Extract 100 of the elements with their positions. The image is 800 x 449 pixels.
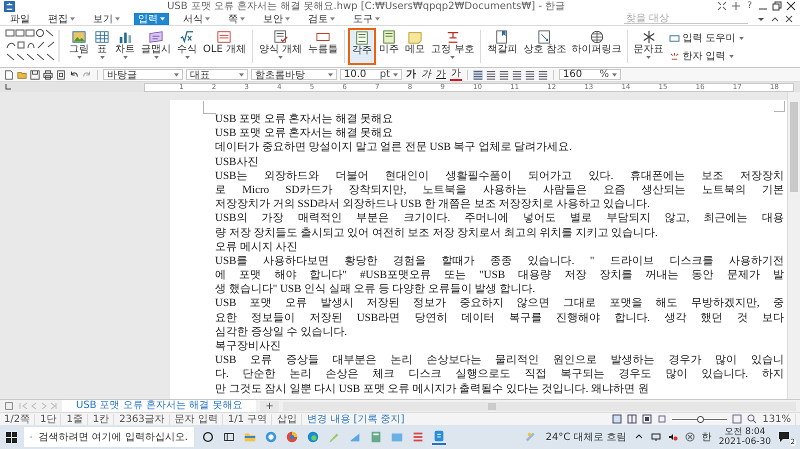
ribbon-button[interactable]: 차트 bbox=[112, 28, 138, 65]
menu-item[interactable]: 쪽 bbox=[224, 12, 249, 24]
ribbon-button[interactable]: 미주 bbox=[376, 28, 402, 65]
ribbon-button[interactable]: 문자표 bbox=[630, 28, 667, 65]
document-text-line: USB 포맷 오류 혼자서는 해결 못해요 bbox=[215, 112, 394, 126]
align-right-icon[interactable] bbox=[512, 70, 522, 80]
menu-item[interactable]: 파일 bbox=[6, 12, 34, 24]
ribbon-button[interactable]: 메모 bbox=[402, 28, 428, 65]
preview-icon[interactable] bbox=[56, 70, 66, 80]
save-icon[interactable] bbox=[30, 70, 40, 80]
new-tab-button[interactable]: + bbox=[260, 400, 279, 412]
input-method-indicator[interactable]: 한 bbox=[702, 430, 712, 444]
page-icon[interactable] bbox=[4, 401, 14, 411]
weather-text[interactable]: 24°C 대체로 흐림 bbox=[546, 430, 627, 444]
ribbon-button[interactable]: 한자 입력 bbox=[668, 49, 744, 63]
ribbon-button[interactable]: 양식 개체 bbox=[256, 28, 306, 65]
menu-item[interactable]: 편집 bbox=[44, 12, 79, 24]
browser-icon[interactable] bbox=[306, 430, 320, 444]
calculator-icon[interactable] bbox=[369, 430, 383, 444]
search-field[interactable]: 찾을 대상 bbox=[624, 13, 748, 24]
document-text-line: USB를 사용하다보면 황당한 경험을 할때가 종종 있습니다. " 드라이브 디스크를 사용하기전 bbox=[215, 254, 784, 268]
tab-stop-icon[interactable] bbox=[4, 83, 12, 91]
divide-icon[interactable] bbox=[538, 70, 548, 80]
page-view-icon[interactable] bbox=[612, 414, 622, 424]
pin-icon[interactable] bbox=[731, 1, 742, 11]
picture-icon bbox=[72, 30, 86, 44]
document-app-icon[interactable] bbox=[432, 429, 446, 445]
new-document-icon[interactable] bbox=[4, 70, 14, 80]
font-size-field[interactable]: 10.0 pt bbox=[340, 69, 402, 80]
stacked-stripes-icon[interactable] bbox=[411, 430, 425, 444]
menu-item[interactable]: 보안 bbox=[259, 12, 294, 24]
speech-bubble-icon bbox=[778, 431, 790, 443]
close-icon[interactable] bbox=[784, 14, 794, 24]
underline-button[interactable]: 가 bbox=[435, 69, 447, 80]
distribute-icon[interactable] bbox=[525, 70, 535, 80]
ribbon-button[interactable]: 표 bbox=[92, 28, 112, 65]
justify-icon[interactable] bbox=[473, 70, 483, 80]
field-icon bbox=[316, 30, 330, 44]
close-icon[interactable] bbox=[786, 1, 796, 11]
menu-item[interactable]: 검토 bbox=[304, 12, 339, 24]
folder-icon[interactable] bbox=[17, 70, 27, 80]
italic-button[interactable]: 가 bbox=[420, 69, 432, 80]
ribbon-button[interactable]: 상호 참조 bbox=[520, 28, 570, 65]
ribbon-button[interactable]: 각주 bbox=[348, 28, 376, 65]
document-text-line: 심각한 증상일 수 있습니다. bbox=[215, 324, 348, 339]
undo-icon[interactable] bbox=[69, 70, 79, 80]
restore-icon[interactable] bbox=[772, 1, 782, 11]
language-dropdown[interactable]: 대표 bbox=[186, 69, 248, 80]
browser-icon[interactable] bbox=[264, 430, 278, 444]
ribbon-button[interactable]: OLE 개체 bbox=[200, 28, 249, 65]
formula-icon bbox=[180, 30, 194, 44]
ribbon-button[interactable]: 입력 도우미 bbox=[668, 31, 744, 45]
ribbon-button[interactable]: 책갈피 bbox=[484, 28, 520, 65]
browser-icon[interactable] bbox=[285, 430, 299, 444]
menu-item[interactable]: 입력 bbox=[134, 12, 169, 24]
ribbon-button[interactable]: 그림 bbox=[66, 28, 92, 65]
form-icon bbox=[274, 30, 288, 44]
full-page-view-icon[interactable] bbox=[642, 414, 652, 424]
menu-item[interactable]: 도구 bbox=[349, 12, 384, 24]
ribbon-button[interactable]: 수식 bbox=[174, 28, 200, 65]
vertical-scrollbar[interactable] bbox=[787, 92, 800, 399]
zoom-slider-thumb[interactable] bbox=[696, 416, 704, 422]
align-left-icon[interactable] bbox=[486, 70, 496, 80]
horizontal-scrollbar[interactable] bbox=[282, 402, 796, 410]
zoom-out-icon[interactable] bbox=[657, 414, 668, 424]
task-view-icon[interactable] bbox=[201, 430, 215, 444]
document-tab[interactable]: USB 포맷 오류 혼자서는 해결 못해요 bbox=[62, 400, 256, 412]
muted-speaker-icon[interactable] bbox=[668, 432, 678, 442]
document-text-line: 생 했습니다" USB 인식 실패 오류 등 다양한 오류들이 발생 합니다. bbox=[215, 282, 536, 296]
taskbar-search-field[interactable]: 검색하려면 여기에 입력하십시오. bbox=[24, 427, 194, 447]
network-icon[interactable] bbox=[650, 432, 661, 442]
document-text-line: USB 오류 증상들 대부분은 논리 손상보다는 물리적인 원인으로 발생하는 경우가 많이 있습니 bbox=[215, 353, 784, 368]
caret-icon bbox=[239, 72, 244, 76]
magnifier-icon[interactable] bbox=[747, 414, 758, 424]
circle-x-icon[interactable] bbox=[684, 432, 695, 442]
footnote-icon bbox=[355, 31, 370, 45]
clock-date[interactable]: 2021-06-30 bbox=[718, 437, 771, 447]
windows-start-icon[interactable] bbox=[6, 432, 17, 442]
ribbon-button[interactable]: 하이퍼링크 bbox=[570, 28, 624, 65]
document-text-line: 에 포맷 해야 합니다" #USB포맷오류 또는 "USB 대용량 저장 장치를 꺼내는 동안 문제가 발 bbox=[215, 268, 784, 282]
fullscreen-icon[interactable] bbox=[717, 1, 728, 11]
ribbon-button[interactable]: 고정 부호 bbox=[428, 28, 478, 65]
bold-button[interactable]: 가 bbox=[405, 69, 417, 80]
menu-item[interactable]: 서식 bbox=[179, 12, 214, 24]
document-text-line: 량 저장 장치들도 출시되고 있어 여전히 보조 저장 장치로서 최고의 위치를 지키고 있습니다. bbox=[215, 226, 659, 240]
track-changes-status[interactable]: 변경 내용 [기록 중지] bbox=[307, 414, 408, 424]
two-page-view-icon[interactable] bbox=[627, 414, 638, 424]
print-icon[interactable] bbox=[43, 70, 53, 80]
align-center-icon[interactable] bbox=[499, 70, 509, 80]
clock-time[interactable]: 오전 8:04 bbox=[724, 427, 766, 437]
widgets-icon[interactable] bbox=[222, 430, 236, 444]
help-button[interactable]: ? bbox=[745, 1, 754, 11]
globe-icon bbox=[590, 30, 604, 44]
style-dropdown[interactable]: 바탕글 bbox=[103, 69, 183, 80]
zoom-in-icon[interactable] bbox=[732, 414, 742, 424]
line-spacing-field[interactable]: 160 % bbox=[559, 69, 621, 80]
font-dropdown[interactable]: 함초롬바탕 bbox=[251, 69, 337, 80]
menu-item[interactable]: 보기 bbox=[89, 12, 124, 24]
ribbon-button[interactable]: 누름틀 bbox=[305, 28, 342, 65]
ribbon-button[interactable]: 글맵시 bbox=[138, 28, 174, 65]
